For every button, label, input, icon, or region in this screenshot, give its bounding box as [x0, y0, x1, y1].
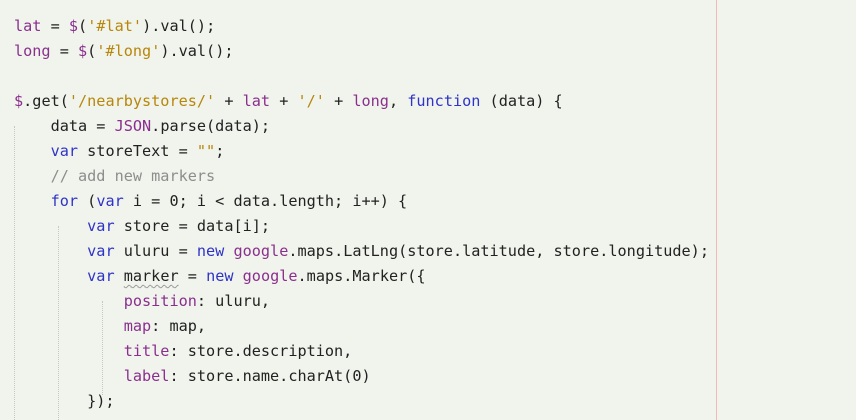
code-token: function [407, 92, 481, 110]
code-token: storeText = [78, 142, 197, 160]
code-token: $ [14, 92, 24, 110]
code-line[interactable]: for (var i = 0; i < data.length; i++) { [14, 189, 408, 214]
code-token: lat [242, 92, 271, 110]
code-token: google [233, 242, 289, 260]
code-token: var [50, 142, 79, 160]
code-line[interactable]: title: store.description, [14, 339, 353, 364]
print-margin-line [716, 0, 717, 420]
code-token: var [87, 242, 115, 260]
code-token: + [215, 92, 243, 110]
code-token: var [96, 192, 124, 210]
code-token: }); [14, 392, 115, 410]
code-token: new [206, 267, 234, 285]
code-token: lat [14, 17, 42, 35]
code-token: + [324, 92, 353, 110]
code-token: long [14, 42, 51, 60]
code-token: long [352, 92, 389, 110]
code-token: new [196, 242, 225, 260]
code-token: store = data[i]; [114, 217, 271, 235]
code-token: ).val(); [160, 42, 234, 60]
code-token: ( [78, 17, 88, 35]
code-token: ).val(); [142, 17, 216, 35]
code-token: ; [215, 142, 225, 160]
code-token: $ [68, 17, 79, 35]
code-token: , [388, 92, 408, 110]
code-token: for [50, 192, 79, 210]
code-token: uluru = [114, 242, 197, 260]
code-token: label [123, 367, 170, 385]
code-token: .get( [23, 92, 69, 110]
code-token: : uluru, [196, 292, 271, 310]
code-token: JSON [114, 117, 152, 135]
code-line[interactable]: label: store.name.charAt(0) [14, 364, 371, 389]
code-line[interactable]: map: map, [14, 314, 206, 339]
code-line[interactable]: var marker = new google.maps.Marker({ [14, 264, 426, 289]
code-token: = [50, 42, 79, 60]
code-token: .parse(data); [151, 117, 271, 135]
code-token: var [87, 267, 115, 285]
code-token: ( [78, 192, 97, 210]
code-token: = [178, 267, 207, 285]
code-line[interactable]: data = JSON.parse(data); [14, 114, 270, 139]
code-token: "" [196, 142, 216, 160]
code-token: marker [123, 267, 179, 285]
code-token: '#long' [96, 42, 161, 60]
code-token: $ [78, 42, 88, 60]
code-token: .maps.LatLng(store.latitude, store.longi… [288, 242, 709, 260]
code-line[interactable]: long = $('#long').val(); [14, 39, 234, 64]
code-token: // add new markers [50, 167, 216, 185]
code-token: title [123, 342, 170, 360]
code-editor[interactable]: lat = $('#lat').val(); long = $('#long').… [0, 0, 856, 420]
code-line[interactable]: var store = data[i]; [14, 214, 270, 239]
code-token: '#lat' [87, 17, 143, 35]
code-token: ( [87, 42, 97, 60]
code-token: position [123, 292, 197, 310]
code-token: .maps.Marker({ [297, 267, 426, 285]
code-token: '/nearbystores/' [68, 92, 216, 110]
code-token: map [123, 317, 152, 335]
code-token: + [270, 92, 298, 110]
code-token: var [87, 217, 115, 235]
code-token: = [41, 17, 69, 35]
code-line[interactable]: var uluru = new google.maps.LatLng(store… [14, 239, 709, 264]
code-token: (data) { [480, 92, 563, 110]
code-token: data = [14, 117, 115, 135]
code-line[interactable]: position: uluru, [14, 289, 270, 314]
code-line[interactable]: }); [14, 389, 115, 414]
code-token: : store.name.charAt(0) [169, 367, 371, 385]
code-line[interactable]: $.get('/nearbystores/' + lat + '/' + lon… [14, 89, 563, 114]
code-token: : map, [151, 317, 207, 335]
code-line[interactable]: // add new markers [14, 164, 216, 189]
code-token: google [242, 267, 298, 285]
code-token: '/' [297, 92, 325, 110]
code-line[interactable]: var storeText = ""; [14, 139, 225, 164]
code-token: : store.description, [169, 342, 353, 360]
code-line[interactable]: lat = $('#lat').val(); [14, 14, 215, 39]
code-token: i = 0; i < data.length; i++) { [123, 192, 408, 210]
